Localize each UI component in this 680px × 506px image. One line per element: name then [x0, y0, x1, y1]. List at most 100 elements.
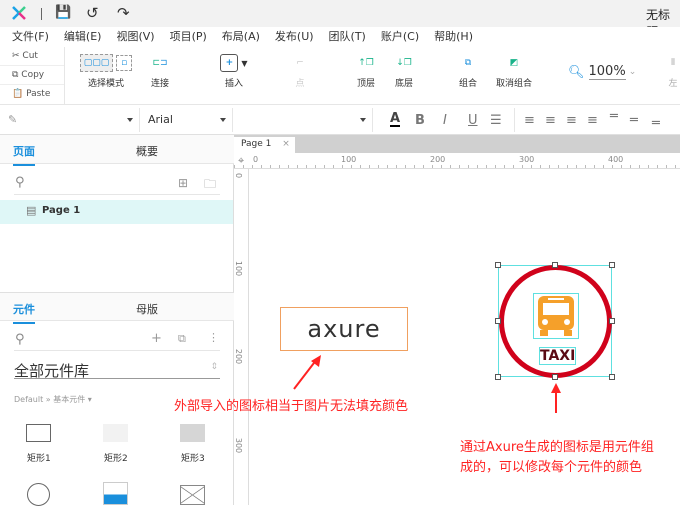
bring-top-button[interactable]: ↑❐ 顶层	[352, 50, 380, 89]
insert-button[interactable]: + ▼ 插入	[214, 50, 254, 89]
tab-pages[interactable]: 页面	[13, 143, 35, 166]
libraries-icon[interactable]: ⧉	[178, 332, 186, 346]
divider	[14, 350, 220, 351]
ellipse-widget[interactable]	[27, 483, 50, 506]
align-text-left-icon[interactable]: ≡	[524, 113, 535, 128]
font-style-dropdown[interactable]	[233, 108, 373, 132]
library-breadcrumb[interactable]: Default » 基本元件 ▾	[14, 394, 92, 405]
align-text-right-icon[interactable]: ≡	[566, 113, 577, 128]
ungroup-button[interactable]: ◩ 取消组合	[492, 50, 536, 89]
paste-button[interactable]: 📋 Paste	[0, 85, 64, 104]
point-icon: ⌐	[296, 58, 304, 68]
add-page-icon[interactable]: ⊞	[178, 176, 188, 190]
axure-logo-icon	[12, 6, 26, 20]
tab-masters[interactable]: 母版	[136, 301, 158, 317]
style-dropdown[interactable]: ✎	[0, 108, 140, 132]
rectangle3-widget[interactable]	[180, 424, 205, 442]
connect-label: 连接	[150, 79, 169, 89]
menu-bar: 文件(F) 编辑(E) 视图(V) 项目(P) 布局(A) 发布(U) 团队(T…	[0, 27, 680, 47]
justify-icon[interactable]: ≡	[587, 113, 598, 128]
bottom-label: 底层	[394, 79, 413, 89]
tab-widgets[interactable]: 元件	[13, 301, 35, 324]
bring-top-icon: ↑❐	[358, 58, 374, 68]
align-bottom-icon[interactable]: ═	[652, 116, 660, 131]
menu-project[interactable]: 项目(P)	[158, 27, 207, 47]
select-mode-button[interactable]: ▢▢▢ ▫ 选择模式	[78, 50, 134, 89]
axure-logo-text: axure	[307, 315, 381, 343]
underline-button[interactable]: U	[468, 113, 478, 128]
menu-edit[interactable]: 编辑(E)	[52, 27, 102, 47]
italic-button[interactable]: I	[443, 113, 447, 128]
divider	[14, 194, 220, 195]
tab-outline[interactable]: 概要	[136, 143, 158, 159]
point-label: 点	[295, 79, 305, 89]
menu-layout[interactable]: 布局(A)	[210, 27, 260, 47]
zoom-value[interactable]: 100%	[588, 64, 626, 80]
library-dropdown[interactable]: 全部元件库 ⇕	[14, 360, 220, 380]
placeholder-widget-icon[interactable]	[180, 485, 205, 505]
send-bottom-button[interactable]: ↓❐ 底层	[390, 50, 418, 89]
copy-button[interactable]: ⧉ Copy	[0, 66, 64, 85]
ruler-label: 200	[430, 155, 446, 164]
group-button[interactable]: ⧉ 组合	[456, 50, 480, 89]
bullet-list-icon[interactable]: ☰	[490, 113, 502, 128]
close-icon[interactable]: ×	[282, 139, 290, 149]
menu-account[interactable]: 账户(C)	[369, 27, 419, 47]
text-color-button[interactable]: A	[390, 112, 401, 127]
chevron-down-icon: ▼	[241, 58, 248, 68]
taxi-icon-group[interactable]: TAXI	[498, 265, 612, 378]
redo-icon[interactable]: ↷	[117, 4, 130, 22]
resize-handle[interactable]	[495, 262, 501, 268]
search-icon[interactable]: ⚲	[15, 332, 25, 347]
menu-publish[interactable]: 发布(U)	[263, 27, 314, 47]
menu-file[interactable]: 文件(F)	[0, 27, 49, 47]
point-button[interactable]: ⌐ 点	[288, 50, 312, 89]
resize-handle[interactable]	[609, 262, 615, 268]
crosshair-icon: ⌖	[238, 154, 245, 167]
save-icon[interactable]: 💾	[55, 5, 71, 20]
divider	[514, 108, 515, 132]
align-left-button[interactable]: ⫴ 左	[666, 50, 680, 89]
ruler-label: 200	[234, 348, 244, 365]
menu-view[interactable]: 视图(V)	[104, 27, 154, 47]
align-top-icon[interactable]: ═	[610, 109, 618, 124]
resize-handle[interactable]	[609, 374, 615, 380]
select-contain-icon: ▫	[116, 55, 133, 71]
undo-icon[interactable]: ↺	[86, 4, 99, 22]
align-middle-icon[interactable]: ═	[630, 113, 638, 128]
add-library-icon[interactable]: +	[151, 331, 162, 346]
left-label: 左	[668, 79, 678, 89]
connector-icon: ⊏ ⊐	[152, 58, 168, 68]
search-icon[interactable]: ⚲	[15, 175, 25, 190]
menu-help[interactable]: 帮助(H)	[422, 27, 473, 47]
divider	[41, 8, 42, 20]
style-icon: ✎	[8, 113, 18, 126]
zoom-control[interactable]: 🔍︎ 100% ⌄	[568, 64, 636, 80]
plus-icon: +	[220, 54, 239, 72]
tab-label: Page 1	[241, 139, 272, 149]
rectangle1-widget[interactable]	[26, 424, 51, 442]
tab-page-1[interactable]: Page 1 ×	[234, 137, 295, 153]
menu-team[interactable]: 团队(T)	[317, 27, 366, 47]
bold-button[interactable]: B	[415, 113, 425, 128]
resize-handle[interactable]	[495, 318, 501, 324]
align-text-center-icon[interactable]: ≡	[545, 113, 556, 128]
image-widget-icon[interactable]	[103, 482, 128, 505]
connect-button[interactable]: ⊏ ⊐ 连接	[145, 50, 175, 89]
resize-handle[interactable]	[552, 262, 558, 268]
ungroup-label: 取消组合	[495, 79, 532, 89]
font-dropdown[interactable]: Arial	[140, 108, 233, 132]
align-left-icon: ⫴	[671, 58, 675, 68]
page-item[interactable]: ▤ Page 1	[0, 200, 233, 224]
cut-button[interactable]: ✂ Cut	[0, 47, 64, 66]
pages-tabs: 页面 概要	[0, 135, 234, 166]
resize-handle[interactable]	[495, 374, 501, 380]
resize-handle[interactable]	[609, 318, 615, 324]
folder-icon[interactable]: 🗀	[204, 175, 216, 196]
axure-logo-image[interactable]: axure	[280, 307, 408, 351]
ruler-label: 100	[234, 260, 244, 277]
rectangle2-widget[interactable]	[103, 424, 128, 442]
more-icon[interactable]: ⋮	[208, 331, 219, 344]
resize-handle[interactable]	[552, 374, 558, 380]
ruler-label: 300	[234, 437, 244, 454]
